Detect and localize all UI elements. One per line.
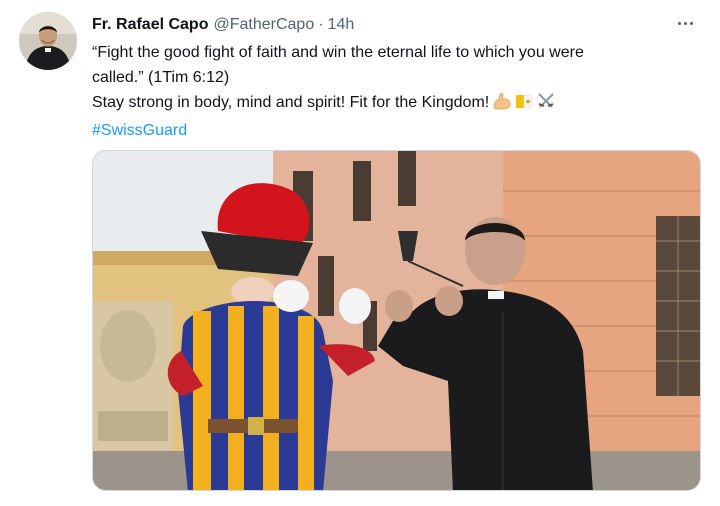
more-options-button[interactable] xyxy=(672,12,698,34)
header-separator: · xyxy=(318,16,324,33)
author-display-name[interactable]: Fr. Rafael Capo xyxy=(92,16,208,34)
author-handle[interactable]: @FatherCapo xyxy=(213,16,314,34)
photo-two-men-sparring-icon xyxy=(93,151,700,490)
tweet: Fr. Rafael Capo @FatherCapo · 14h “Fight… xyxy=(0,0,720,506)
flexed-biceps-icon xyxy=(492,92,512,118)
more-dot xyxy=(689,21,693,25)
more-dot xyxy=(683,21,687,25)
vatican-flag-icon xyxy=(515,92,533,118)
avatar-photo-icon xyxy=(19,12,77,70)
tweet-text: “Fight the good fight of faith and win t… xyxy=(92,40,692,143)
tweet-text-line-1: “Fight the good fight of faith and win t… xyxy=(92,44,584,61)
crossed-swords-icon xyxy=(536,92,556,118)
tweet-timestamp[interactable]: 14h xyxy=(328,16,355,34)
more-options-icon xyxy=(677,21,681,25)
author-avatar[interactable] xyxy=(19,12,77,70)
tweet-header: Fr. Rafael Capo @FatherCapo · 14h xyxy=(92,14,354,36)
tweet-text-line-3: Stay strong in body, mind and spirit! Fi… xyxy=(92,90,692,118)
tweet-media-photo[interactable] xyxy=(92,150,701,491)
hashtag-link[interactable]: #SwissGuard xyxy=(92,118,692,143)
tweet-text-line-2: called.” (1Tim 6:12) xyxy=(92,69,230,86)
tweet-text-line-3-text: Stay strong in body, mind and spirit! Fi… xyxy=(92,94,490,111)
